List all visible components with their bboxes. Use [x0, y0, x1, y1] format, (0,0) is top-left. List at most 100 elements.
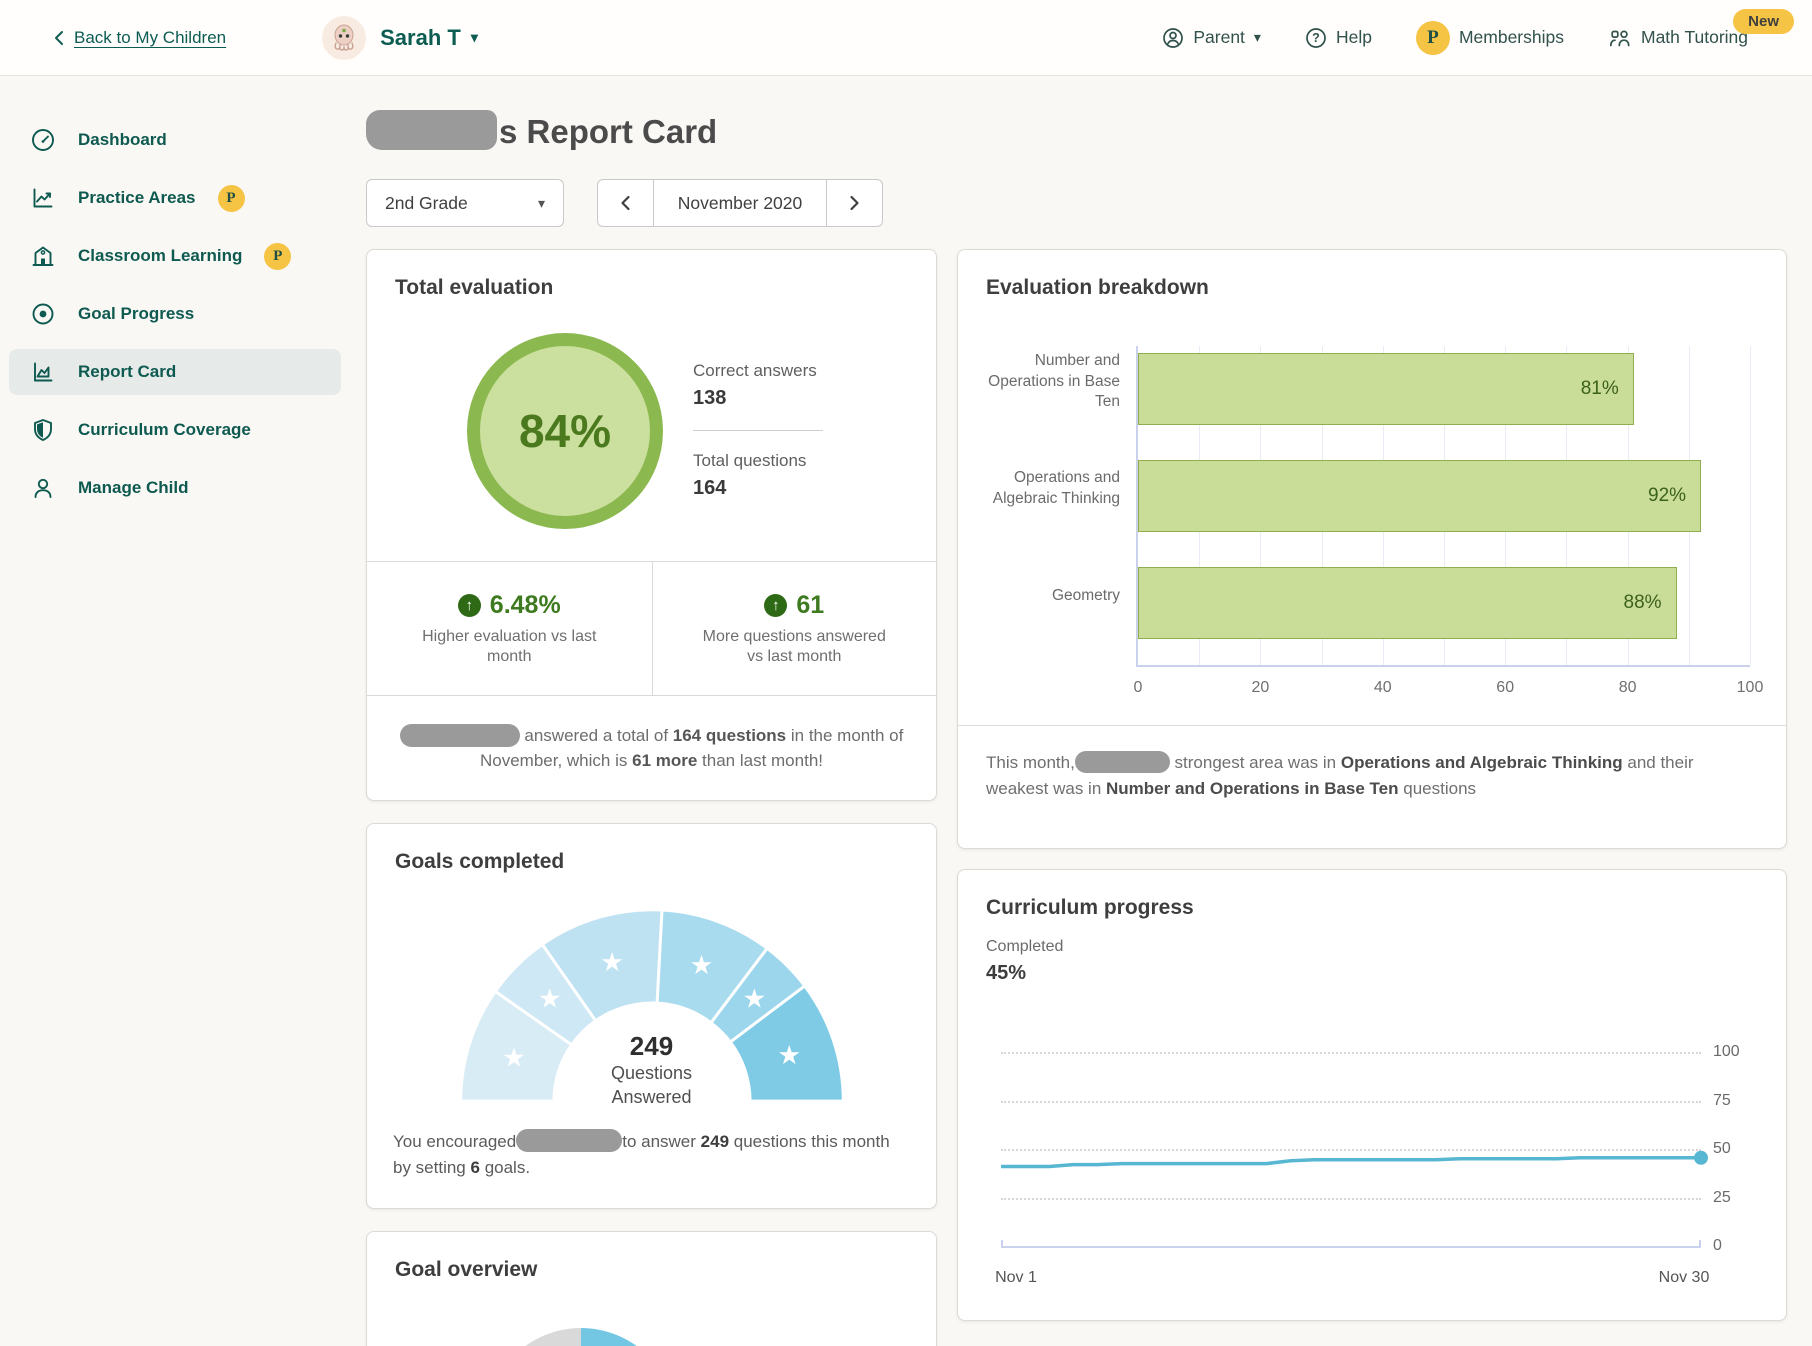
bar-category-label: Operations and Algebraic Thinking — [986, 453, 1136, 525]
previous-month-button[interactable] — [598, 180, 654, 226]
svg-text:?: ? — [1312, 31, 1320, 45]
sidebar-item-goal-progress[interactable]: Goal Progress — [9, 291, 341, 337]
svg-text:★: ★ — [742, 984, 766, 1015]
evaluation-breakdown-chart: Number and Operations in Base Ten Operati… — [986, 346, 1750, 667]
sidebar-item-classroom-learning[interactable]: Classroom Learning P — [9, 233, 341, 279]
premium-icon: P — [264, 243, 291, 270]
math-tutoring-menu[interactable]: Math Tutoring — [1608, 27, 1748, 49]
evaluation-breakdown-title: Evaluation breakdown — [958, 250, 1786, 300]
sidebar-item-report-card[interactable]: Report Card — [9, 349, 341, 395]
memberships-menu[interactable]: P Memberships — [1416, 21, 1564, 55]
curriculum-progress-card: Curriculum progress Completed 45% 100755… — [957, 869, 1787, 1321]
child-avatar[interactable] — [322, 16, 366, 60]
chevron-left-icon — [619, 195, 632, 211]
goals-completed-title: Goals completed — [367, 824, 936, 874]
x-axis-label-end: Nov 30 — [1649, 1269, 1719, 1287]
sidebar-item-label: Classroom Learning — [78, 246, 242, 266]
bar: 92% — [1138, 460, 1701, 532]
x-axis-tick-label: 80 — [1619, 679, 1637, 697]
correct-answers-label: Correct answers — [693, 361, 823, 381]
parent-menu-label: Parent — [1193, 27, 1245, 48]
y-axis-tick-label: 0 — [1713, 1237, 1722, 1255]
x-axis-tick-label: 40 — [1374, 679, 1392, 697]
bar-value-label: 92% — [1648, 485, 1686, 507]
shield-icon — [30, 417, 56, 443]
correct-answers-value: 138 — [693, 387, 823, 410]
goal-overview-title: Goal overview — [367, 1232, 936, 1282]
child-name-dropdown[interactable]: Sarah T ▾ — [380, 25, 478, 51]
sidebar-nav: Dashboard Practice Areas P Classroom Lea… — [0, 76, 346, 523]
sidebar-item-curriculum-coverage[interactable]: Curriculum Coverage — [9, 407, 341, 453]
questions-delta-label: More questions answered vs last month — [694, 627, 894, 667]
goals-gauge-chart: ★★★★★★ 249 Questions Answered — [446, 900, 858, 1111]
chevron-down-icon: ▾ — [471, 29, 478, 46]
y-axis-tick-label: 50 — [1713, 1140, 1731, 1158]
total-evaluation-summary: answered a total of 164 questions in the… — [393, 723, 911, 774]
help-menu[interactable]: ? Help — [1305, 27, 1372, 49]
report-chart-icon — [30, 359, 56, 385]
up-arrow-icon: ↑ — [458, 594, 481, 617]
grade-select[interactable]: 2nd Grade ▾ — [366, 179, 564, 227]
child-name-label: Sarah T — [380, 25, 461, 51]
page-title-suffix: s Report Card — [499, 113, 717, 150]
svg-text:★: ★ — [502, 1042, 526, 1073]
chevron-left-icon — [52, 30, 66, 46]
octopus-avatar-icon — [327, 21, 361, 55]
x-axis-tick-label: 100 — [1737, 679, 1764, 697]
completed-value: 45% — [986, 962, 1758, 985]
practice-areas-chart-icon — [30, 185, 56, 211]
help-icon: ? — [1305, 27, 1327, 49]
goal-overview-card: Goal overview — [366, 1231, 937, 1346]
dashboard-icon — [30, 127, 56, 153]
new-badge: New — [1733, 9, 1794, 34]
back-to-my-children-link[interactable]: Back to My Children — [52, 28, 226, 48]
sidebar-item-dashboard[interactable]: Dashboard — [9, 117, 341, 163]
y-axis-tick-label: 25 — [1713, 1189, 1731, 1207]
sidebar-item-label: Goal Progress — [78, 304, 194, 324]
help-menu-label: Help — [1336, 27, 1372, 48]
grade-select-value: 2nd Grade — [385, 193, 468, 214]
back-link-label: Back to My Children — [74, 28, 226, 48]
goal-overview-pie-chart — [486, 1328, 676, 1346]
sidebar-item-label: Report Card — [78, 362, 176, 382]
total-evaluation-ring: 84% — [467, 333, 663, 529]
month-stepper: November 2020 — [597, 179, 883, 227]
bar-value-label: 81% — [1581, 378, 1619, 400]
evaluation-delta-value: 6.48% — [490, 591, 561, 620]
parent-menu[interactable]: Parent ▾ — [1162, 27, 1261, 49]
sidebar-item-manage-child[interactable]: Manage Child — [9, 465, 341, 511]
premium-icon: P — [218, 185, 245, 212]
sidebar-item-label: Curriculum Coverage — [78, 420, 251, 440]
x-axis-tick-label: 20 — [1251, 679, 1269, 697]
completed-label: Completed — [986, 938, 1758, 956]
sidebar-item-label: Dashboard — [78, 130, 167, 150]
next-month-button[interactable] — [826, 180, 882, 226]
svg-text:★: ★ — [537, 984, 561, 1015]
x-axis-tick-label: 0 — [1134, 679, 1143, 697]
divider — [693, 430, 823, 431]
bar-category-label: Geometry — [986, 560, 1136, 632]
evaluation-delta-label: Higher evaluation vs last month — [404, 627, 614, 667]
goals-completed-card: Goals completed ★★★★★★ 249 Questions Ans… — [366, 823, 937, 1209]
month-selector-value: November 2020 — [654, 180, 826, 226]
school-building-icon — [30, 243, 56, 269]
chevron-down-icon: ▾ — [1254, 29, 1261, 46]
top-header: Back to My Children Sarah T ▾ Parent ▾ — [0, 0, 1812, 76]
total-evaluation-title: Total evaluation — [367, 250, 936, 300]
curriculum-progress-chart: 1007550250Nov 1Nov 30 — [1001, 1021, 1701, 1301]
math-tutoring-label: Math Tutoring — [1641, 27, 1748, 48]
redacted-child-name — [366, 110, 497, 150]
svg-text:★: ★ — [600, 947, 624, 978]
sidebar-item-practice-areas[interactable]: Practice Areas P — [9, 175, 341, 221]
total-questions-label: Total questions — [693, 451, 823, 471]
sidebar-item-label: Manage Child — [78, 478, 189, 498]
evaluation-breakdown-summary: This month, strongest area was in Operat… — [958, 726, 1786, 827]
main-content: s Report Card 2nd Grade ▾ November 2020 … — [366, 76, 1787, 1346]
bar-value-label: 88% — [1624, 592, 1662, 614]
questions-delta-value: 61 — [796, 591, 824, 620]
gauge-center-label: Questions Answered — [557, 1062, 747, 1109]
bar-category-label: Number and Operations in Base Ten — [986, 346, 1136, 418]
svg-text:★: ★ — [689, 950, 713, 981]
tutoring-people-icon — [1608, 27, 1632, 49]
memberships-premium-icon: P — [1416, 21, 1450, 55]
